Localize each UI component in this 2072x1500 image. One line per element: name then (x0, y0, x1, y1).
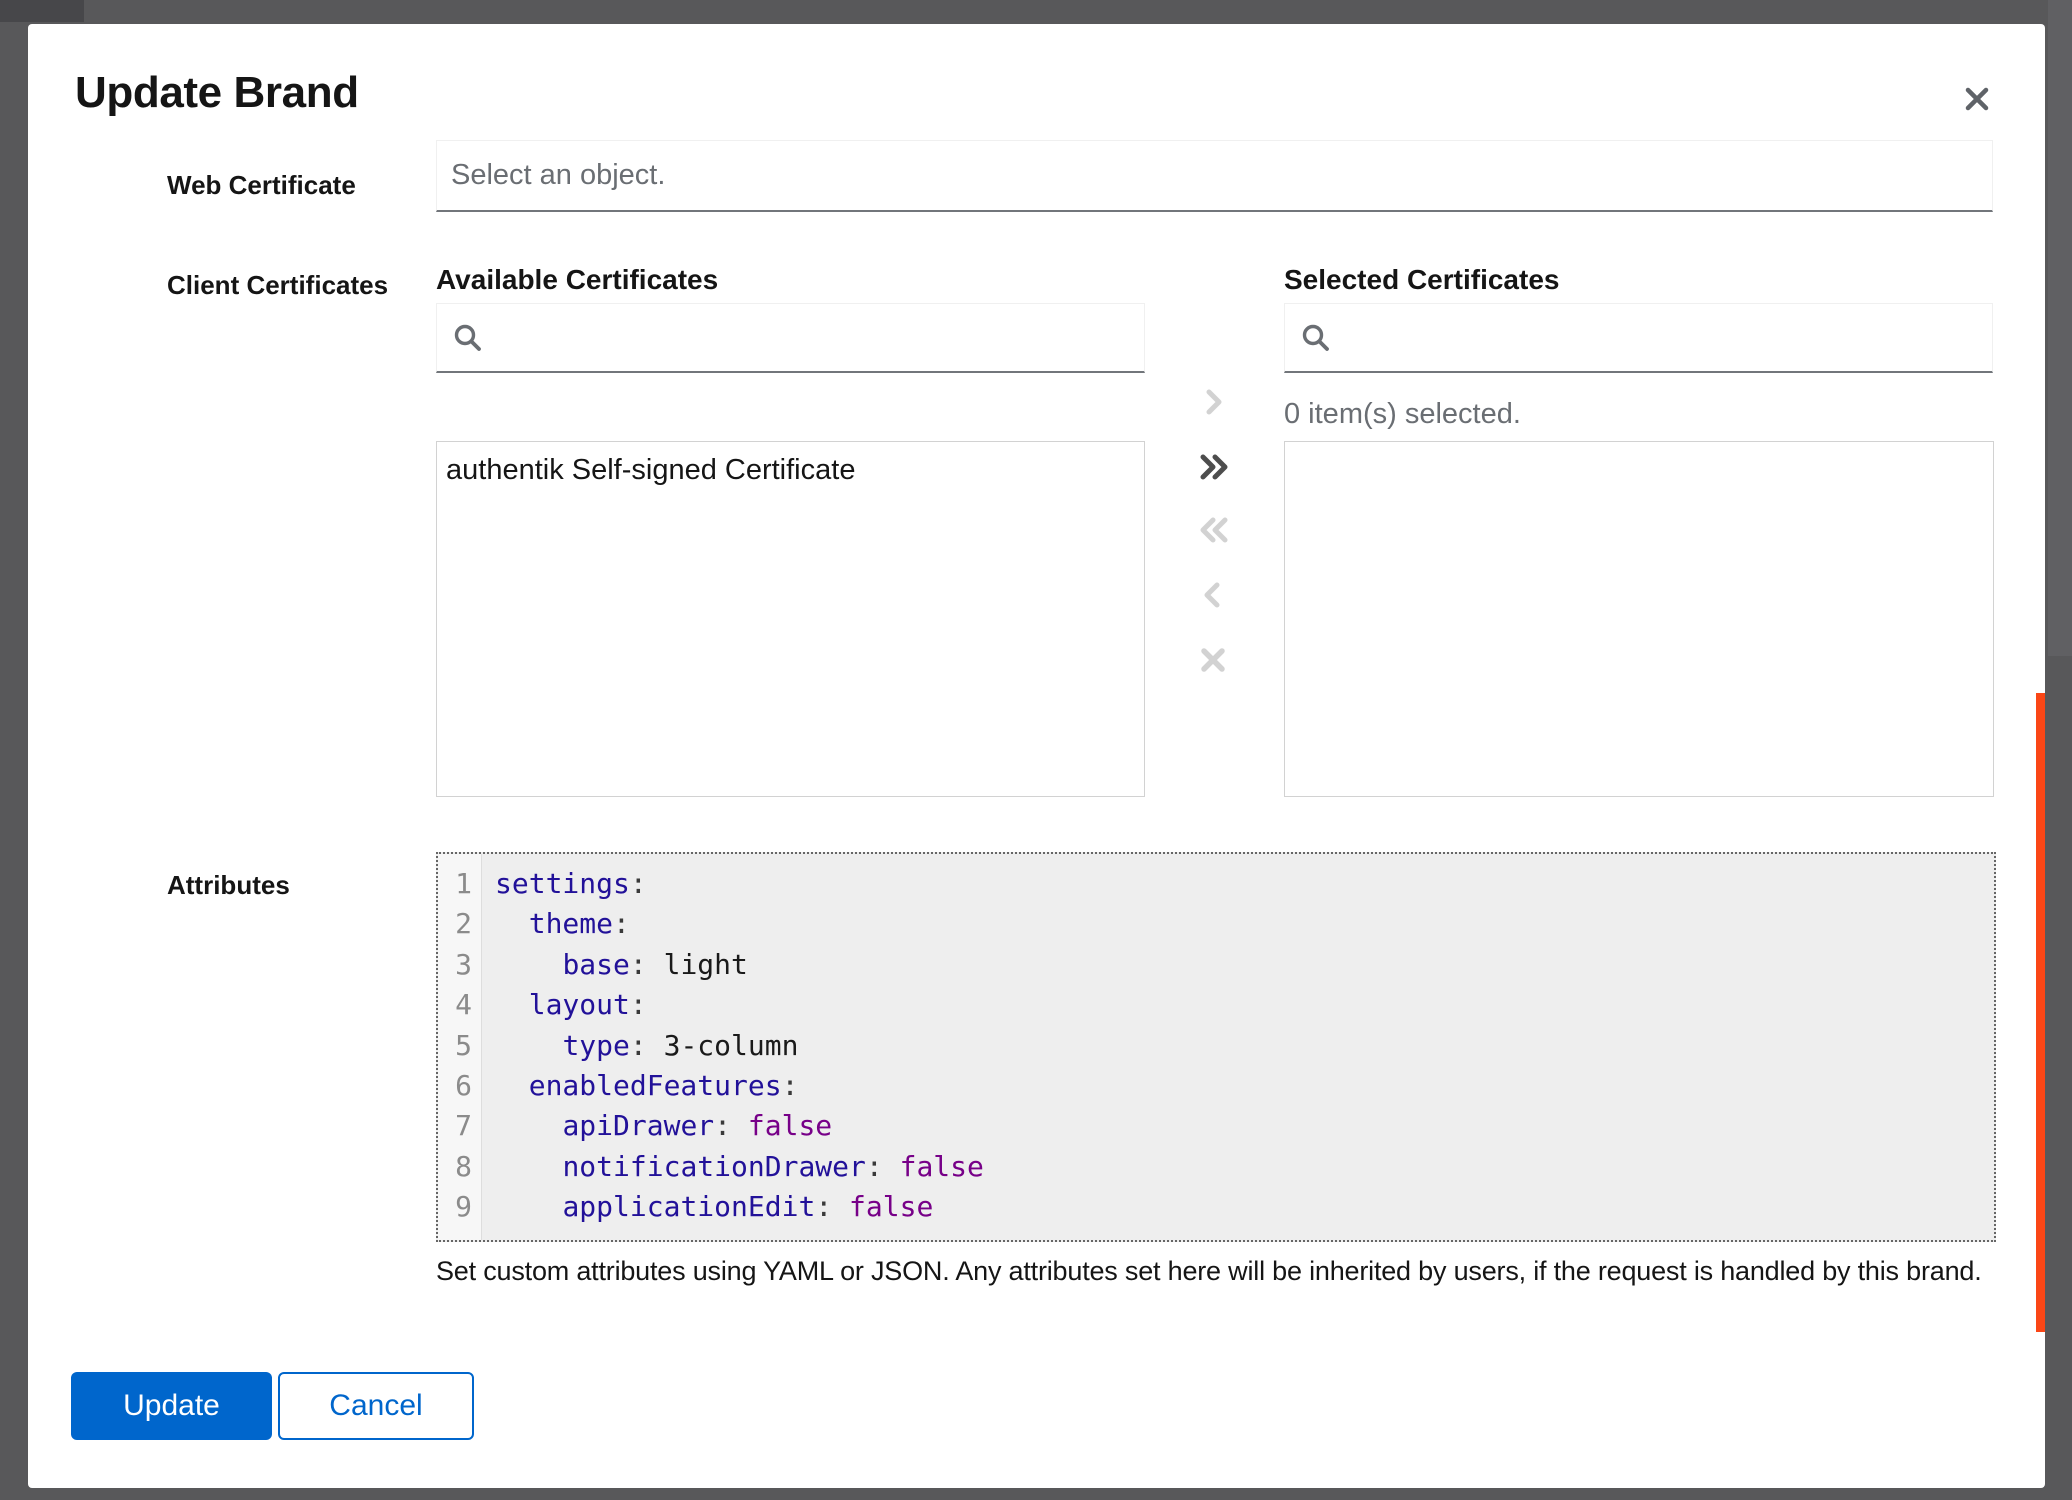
screen: { "modal": { "title": "Update Brand", "c… (0, 0, 2072, 1500)
update-button[interactable]: Update (71, 1372, 272, 1440)
selected-search (1284, 303, 1993, 373)
available-certificates-list[interactable]: authentik Self-signed Certificate (436, 441, 1145, 797)
close-button[interactable] (1949, 71, 2005, 127)
angle-double-right-icon (1191, 445, 1235, 489)
cancel-button[interactable]: Cancel (278, 1372, 474, 1440)
client-certificates-label: Client Certificates (167, 270, 388, 301)
attributes-code-editor[interactable]: 123456789 settings: theme: base: light l… (436, 852, 1996, 1242)
update-brand-modal: Update Brand Web Certificate Client Cert… (28, 24, 2045, 1488)
attributes-help-text: Set custom attributes using YAML or JSON… (436, 1256, 1996, 1287)
remove-selected-button[interactable] (1191, 573, 1235, 617)
attributes-label: Attributes (167, 870, 290, 901)
close-icon (1960, 82, 1994, 116)
search-icon (451, 321, 485, 355)
clear-button[interactable] (1191, 638, 1235, 682)
angle-left-icon (1191, 573, 1235, 617)
search-icon (1299, 321, 1333, 355)
selected-certificates-heading: Selected Certificates (1284, 264, 1559, 296)
selected-count-status: 0 item(s) selected. (1284, 398, 1521, 431)
add-selected-button[interactable] (1191, 380, 1235, 424)
available-search (436, 303, 1145, 373)
code-gutter: 123456789 (438, 854, 482, 1240)
available-search-input[interactable] (497, 303, 1144, 372)
modal-scrollbar-thumb[interactable] (2036, 693, 2045, 1332)
add-all-button[interactable] (1191, 445, 1235, 489)
web-certificate-select[interactable] (436, 140, 1993, 212)
selected-certificates-list[interactable] (1284, 441, 1994, 797)
cross-icon (1191, 638, 1235, 682)
available-certificates-heading: Available Certificates (436, 264, 718, 296)
code-content[interactable]: settings: theme: base: light layout: typ… (482, 854, 1994, 1240)
remove-all-button[interactable] (1191, 508, 1235, 552)
backdrop-page-fragment (0, 0, 84, 22)
backdrop-page-fragment-right (2048, 0, 2072, 656)
list-item-certificate[interactable]: authentik Self-signed Certificate (437, 442, 1144, 497)
selected-search-input[interactable] (1345, 303, 1992, 372)
web-certificate-label: Web Certificate (167, 170, 356, 201)
page-title: Update Brand (75, 68, 359, 118)
angle-double-left-icon (1191, 508, 1235, 552)
angle-right-icon (1191, 380, 1235, 424)
